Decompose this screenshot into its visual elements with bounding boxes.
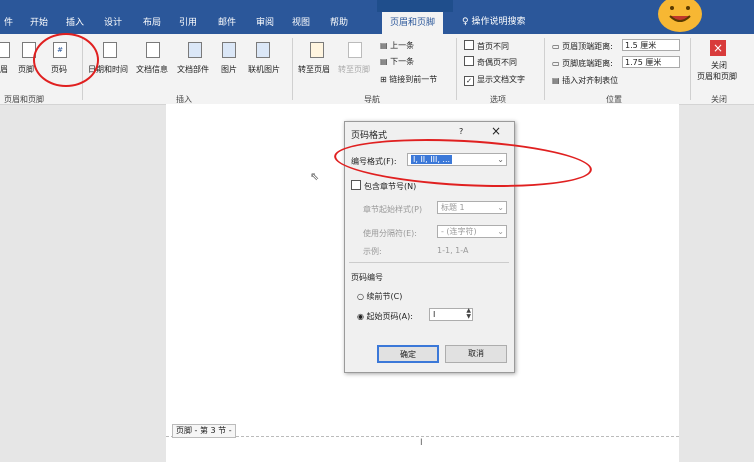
calendar-icon[interactable]: [103, 42, 117, 58]
quick-parts-button[interactable]: 文档部件: [177, 64, 209, 75]
alignment-tab-icon: ▤: [552, 76, 563, 85]
insert-alignment-tab-button[interactable]: ▤ 插入对齐制表位: [552, 75, 618, 86]
online-picture-button[interactable]: 联机图片: [248, 64, 280, 75]
tab-mailings[interactable]: 邮件: [218, 14, 236, 34]
continue-previous-radio[interactable]: ○ 续前节(C): [357, 291, 402, 302]
header-button[interactable]: 眉: [0, 64, 8, 75]
prev-section-button[interactable]: ▤ 上一条: [380, 40, 414, 51]
tab-review[interactable]: 审阅: [256, 14, 274, 34]
radio-selected-icon: ◉: [357, 312, 367, 321]
dialog-close-button[interactable]: ×: [491, 124, 501, 138]
annotation-circle-page-number: [33, 33, 99, 87]
dialog-divider: [349, 262, 509, 263]
tab-view[interactable]: 视图: [292, 14, 310, 34]
tab-layout[interactable]: 布局: [143, 14, 161, 34]
doc-info-button[interactable]: 文档信息: [136, 64, 168, 75]
footer-button[interactable]: 页脚: [18, 64, 34, 75]
chevron-down-icon: ⌄: [497, 227, 504, 236]
picture-button[interactable]: 图片: [221, 64, 237, 75]
example-value: 1-1, 1-A: [437, 246, 469, 255]
tab-home[interactable]: 开始: [30, 14, 48, 34]
quick-parts-icon[interactable]: [188, 42, 202, 58]
doc-info-icon[interactable]: [146, 42, 160, 58]
prev-icon: ▤: [380, 41, 391, 50]
header-top-distance-label: ▭ 页眉顶端距离:: [552, 42, 613, 51]
different-odd-even-checkbox[interactable]: 奇偶页不同: [464, 56, 517, 68]
show-document-text-checkbox[interactable]: ✓ 显示文档文字: [464, 74, 525, 86]
radio-empty-icon: ○: [357, 292, 367, 301]
tab-design[interactable]: 设计: [104, 14, 122, 34]
chapter-style-label: 章节起始样式(P): [363, 205, 423, 214]
footer-bottom-distance-label: ▭ 页脚底端距离:: [552, 59, 613, 68]
example-label: 示例:: [363, 247, 382, 256]
tab-header-footer[interactable]: 页眉和页脚: [382, 12, 444, 34]
ribbon-separator: [544, 38, 545, 100]
chapter-style-select[interactable]: 标题 1 ⌄: [437, 201, 507, 214]
tab-insert[interactable]: 插入: [66, 14, 84, 34]
goto-header-button[interactable]: 转至页眉: [298, 64, 330, 75]
footer-bottom-distance-input[interactable]: 1.75 厘米: [622, 56, 680, 68]
link-to-previous-button[interactable]: ⊞ 链接到前一节: [380, 74, 437, 85]
emoji-mascot-icon: [658, 0, 702, 32]
context-tab-header: [377, 0, 453, 12]
ribbon: 眉 页脚 # 页码 页眉和页脚 日期和时间 文档信息 文档部件 图片 联机图片 …: [0, 34, 754, 105]
different-first-page-checkbox[interactable]: 首页不同: [464, 40, 509, 52]
dialog-title: 页码格式: [351, 131, 388, 141]
close-header-footer-button-line2[interactable]: 页眉和页脚: [697, 71, 737, 82]
tab-references[interactable]: 引用: [179, 14, 197, 34]
close-header-footer-button[interactable]: 关闭: [711, 60, 727, 71]
header-icon[interactable]: [0, 42, 10, 58]
tab-help[interactable]: 帮助: [330, 14, 348, 34]
goto-footer-button[interactable]: 转至页脚: [338, 64, 370, 75]
next-section-button[interactable]: ▤ 下一条: [380, 56, 414, 67]
start-at-input[interactable]: I ▲ ▼: [429, 308, 473, 321]
group-label-header-footer: 页眉和页脚: [4, 95, 44, 104]
chevron-down-icon: ⌄: [497, 203, 504, 212]
checkbox-icon: [351, 180, 361, 190]
picture-icon[interactable]: [222, 42, 236, 58]
header-distance-icon: ▭: [552, 42, 563, 51]
ribbon-separator: [456, 38, 457, 100]
tell-me-search[interactable]: ♀ 操作说明搜索: [462, 14, 525, 27]
footer-boundary: [166, 436, 679, 437]
start-at-radio[interactable]: ◉ 起始页码(A):: [357, 311, 413, 322]
page-numbering-heading: 页码编号: [351, 273, 383, 282]
ribbon-separator: [690, 38, 691, 100]
next-icon: ▤: [380, 57, 391, 66]
goto-header-icon[interactable]: [310, 42, 324, 58]
ribbon-separator: [292, 38, 293, 100]
spinner-icon[interactable]: ▲ ▼: [466, 308, 471, 320]
ok-button[interactable]: 确定: [377, 345, 439, 363]
footer-section-tag: 页脚 - 第 3 节 -: [172, 424, 236, 438]
link-icon: ⊞: [380, 75, 390, 84]
close-icon[interactable]: ×: [710, 40, 726, 56]
checkbox-icon: [464, 56, 474, 66]
mouse-cursor-icon: ⇖: [310, 170, 320, 183]
header-top-distance-input[interactable]: 1.5 厘米: [622, 39, 680, 51]
checkbox-icon: [464, 40, 474, 50]
text-cursor-icon: I: [420, 438, 423, 448]
online-picture-icon[interactable]: [256, 42, 270, 58]
cancel-button[interactable]: 取消: [445, 345, 507, 363]
separator-select[interactable]: - (连字符) ⌄: [437, 225, 507, 238]
checkbox-checked-icon: ✓: [464, 76, 474, 86]
tab-file[interactable]: 件: [4, 14, 13, 34]
help-button[interactable]: ?: [459, 127, 463, 136]
goto-footer-icon[interactable]: [348, 42, 362, 58]
separator-label: 使用分隔符(E):: [363, 229, 417, 238]
footer-distance-icon: ▭: [552, 59, 563, 68]
include-chapter-checkbox[interactable]: 包含章节号(N): [351, 180, 416, 192]
group-label-close: 关闭: [711, 95, 727, 104]
